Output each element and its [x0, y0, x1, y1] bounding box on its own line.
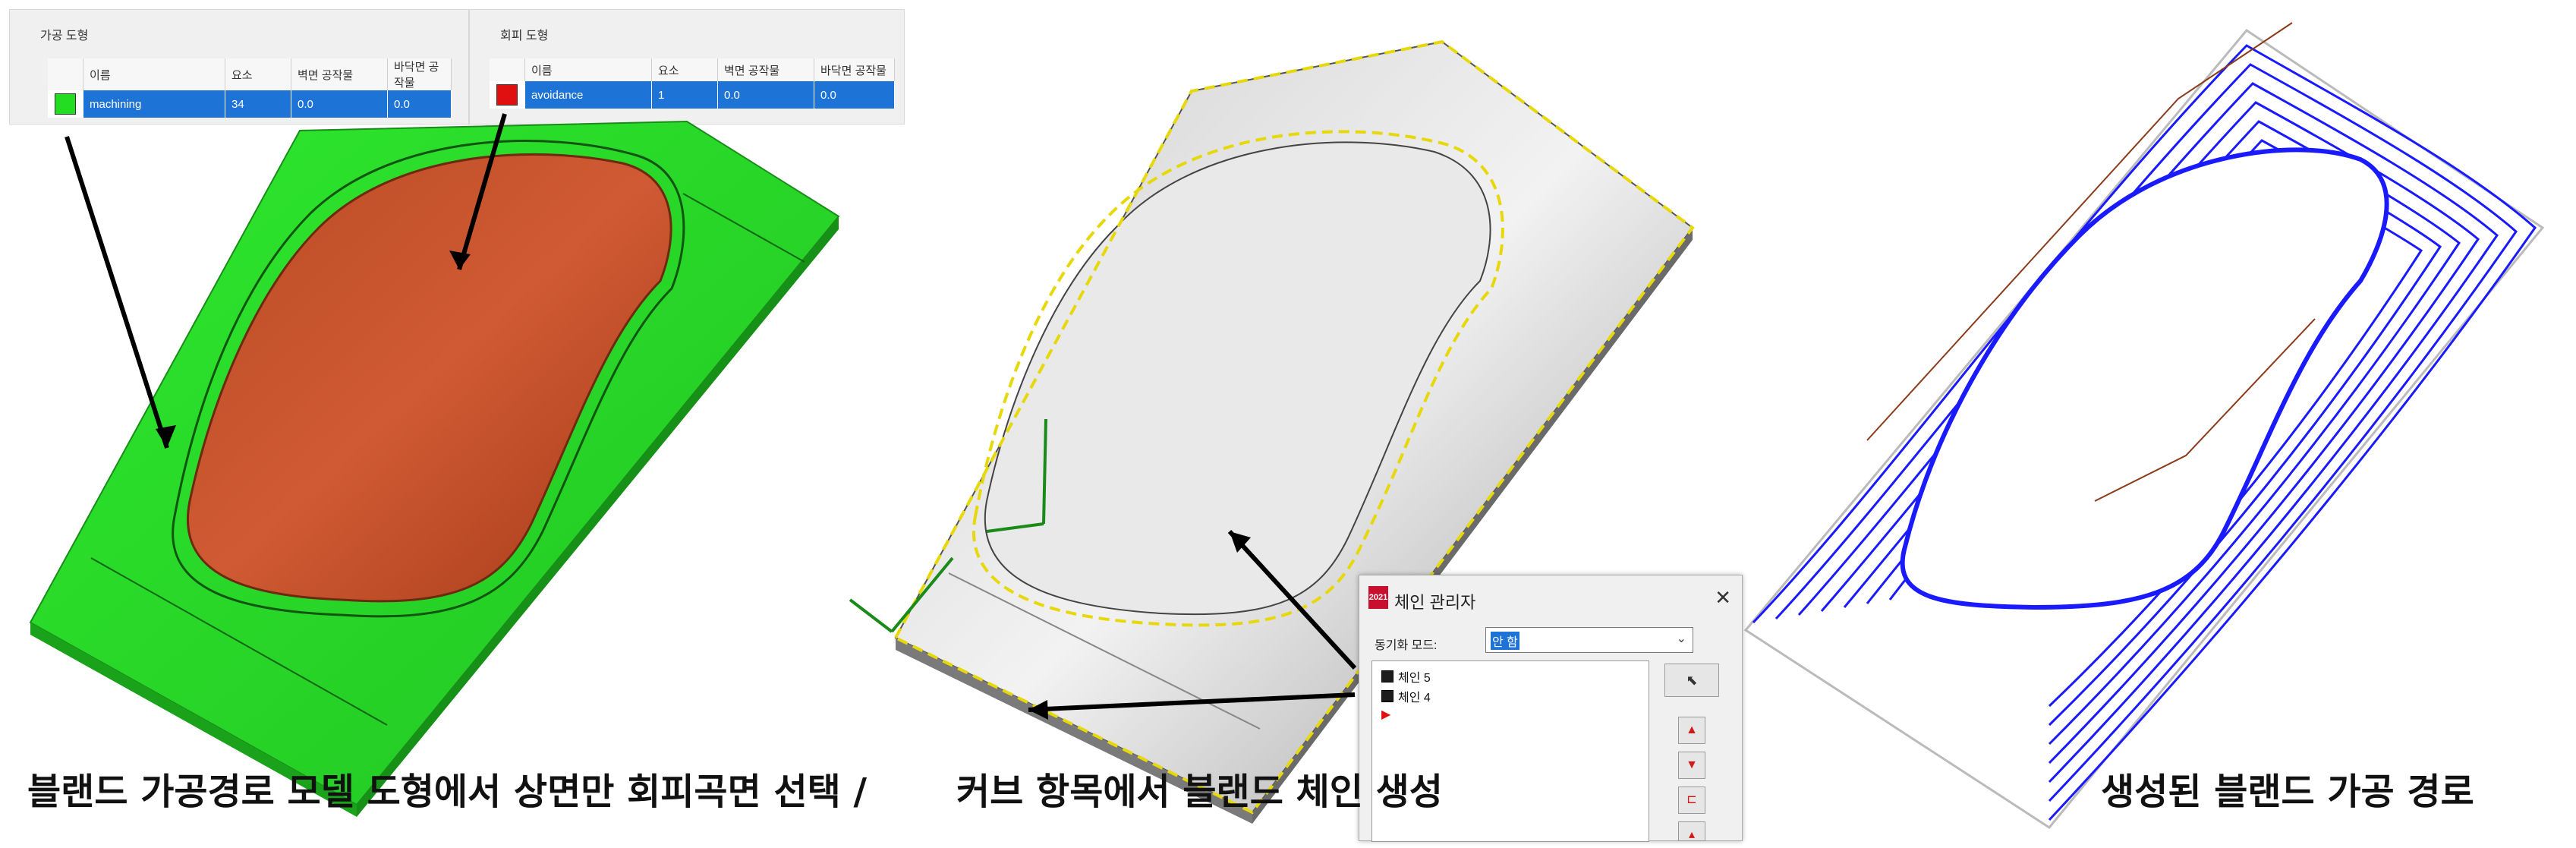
sync-mode-label: 동기화 모드: [1375, 639, 1438, 652]
chain-label: 체인 4 [1398, 692, 1431, 705]
arrow-up-icon: ▴ [1688, 828, 1696, 841]
dialog-title: 체인 관리자 [1394, 593, 1476, 612]
arrow-up-icon: ▲ [1686, 723, 1698, 736]
caption-left: 블랜드 가공경로 모델 도형에서 상면만 회피곡면 선택 / [27, 771, 868, 813]
list-item[interactable]: 체인 4 [1381, 687, 1431, 705]
sync-mode-value: 안 함 [1491, 632, 1519, 650]
cursor-icon: ⬉ [1686, 673, 1698, 688]
more-button[interactable]: ▴ [1678, 821, 1705, 841]
move-up-button[interactable]: ▲ [1678, 717, 1705, 744]
arrow-down-icon: ▼ [1686, 758, 1698, 771]
move-down-button[interactable]: ▼ [1678, 752, 1705, 779]
reverse-icon: ⊏ [1686, 793, 1697, 806]
mastercam-logo-icon: 2021 [1368, 586, 1388, 609]
add-chain-marker-icon[interactable]: ▶ [1381, 707, 1390, 722]
close-button[interactable]: ✕ [1715, 586, 1731, 610]
select-cursor-button[interactable]: ⬉ [1664, 664, 1719, 697]
reverse-button[interactable]: ⊏ [1678, 787, 1705, 814]
chain-label: 체인 5 [1398, 672, 1431, 685]
green-machining-model [29, 113, 840, 817]
chain-list[interactable]: 체인 5 체인 4 ▶ [1371, 660, 1649, 842]
chain-check-icon[interactable] [1381, 690, 1393, 702]
model-illustrations [29, 22, 2545, 829]
arrow-machining [65, 136, 169, 449]
caption-middle: 커브 항목에서 블랜드 체인 생성 [956, 771, 1443, 813]
chain-check-icon[interactable] [1381, 670, 1393, 682]
blue-toolpath-model [1743, 22, 2545, 829]
chevron-down-icon: ⌄ [1676, 632, 1686, 645]
list-item[interactable]: 체인 5 [1381, 667, 1431, 686]
sync-mode-select[interactable]: 안 함 ⌄ [1485, 627, 1693, 653]
caption-right: 생성된 블랜드 가공 경로 [2101, 771, 2474, 813]
